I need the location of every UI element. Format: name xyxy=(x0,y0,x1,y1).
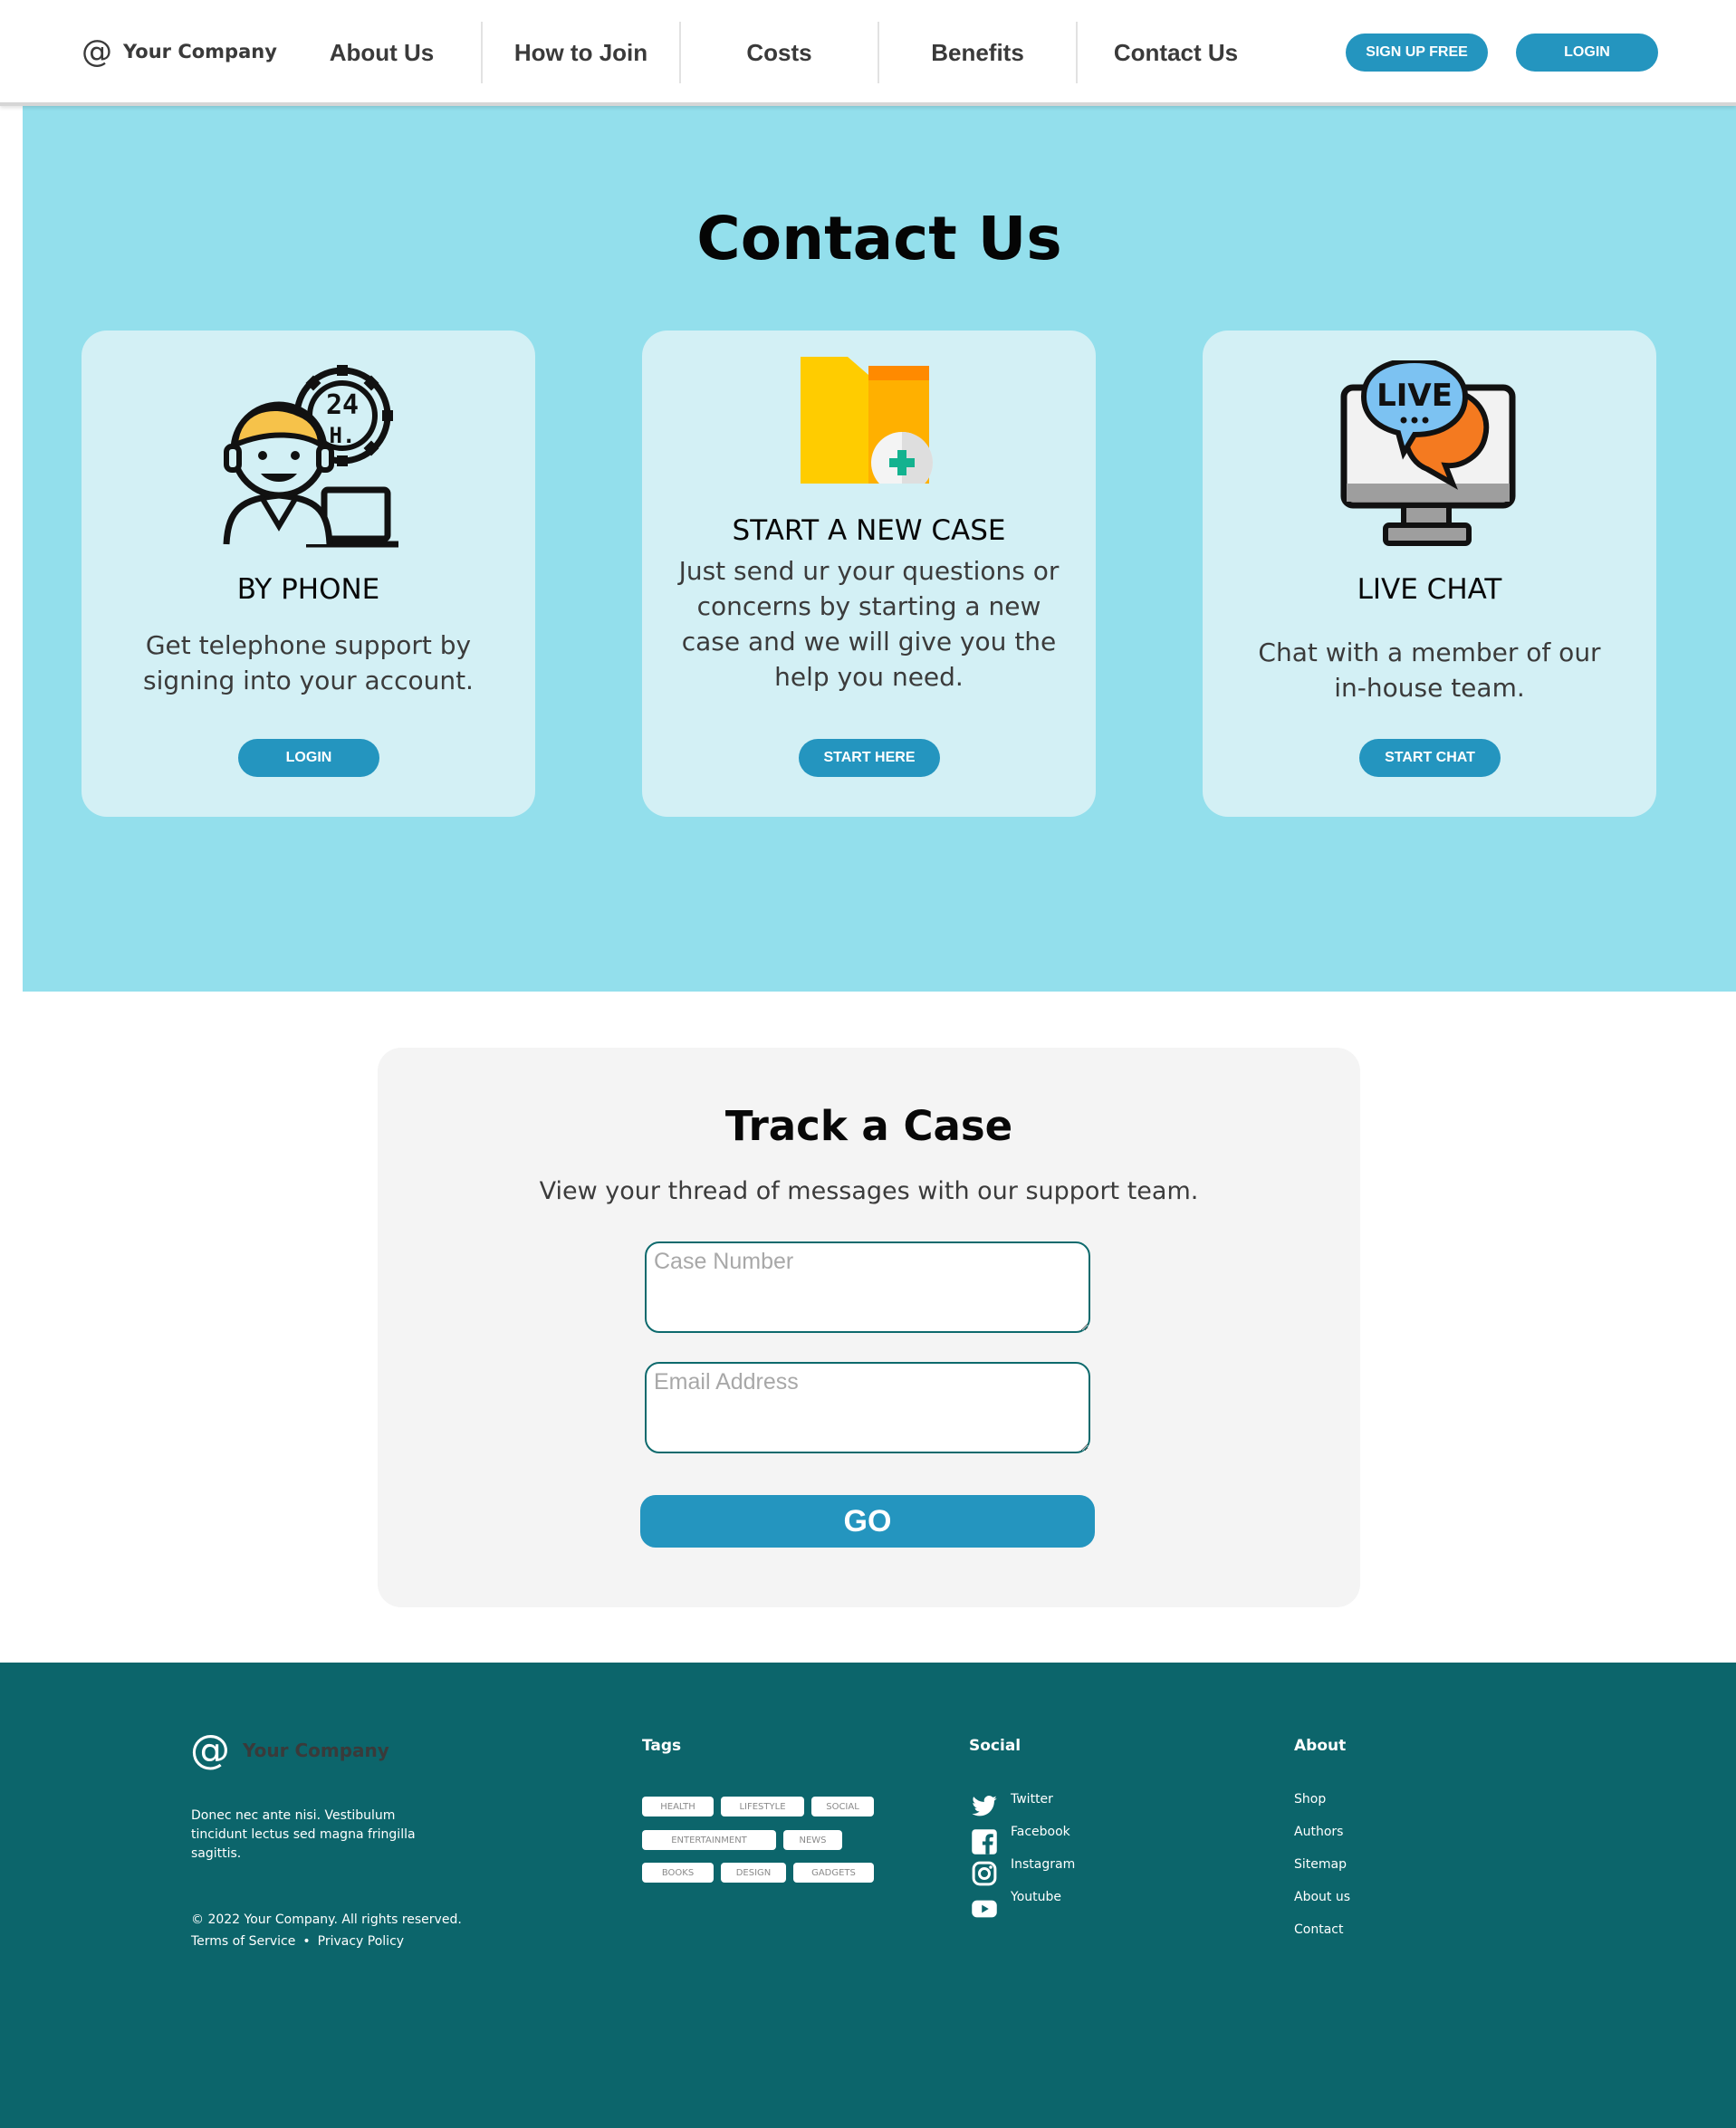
track-subtitle: View your thread of messages with our su… xyxy=(539,1177,1199,1205)
about-link-sitemap[interactable]: Sitemap xyxy=(1294,1857,1347,1872)
tag-gadgets[interactable]: GADGETS xyxy=(793,1863,874,1883)
start-chat-button[interactable]: START CHAT xyxy=(1359,739,1501,777)
card-title: START A NEW CASE xyxy=(732,514,1006,547)
copyright: © 2022 Your Company. All rights reserved… xyxy=(191,1912,462,1927)
tag-news[interactable]: NEWS xyxy=(783,1830,842,1850)
instagram-icon[interactable] xyxy=(971,1860,998,1887)
about-link-shop[interactable]: Shop xyxy=(1294,1792,1326,1807)
facebook-icon[interactable] xyxy=(971,1828,998,1855)
support-24h-agent-icon: 24 H. xyxy=(223,365,398,548)
case-number-input[interactable] xyxy=(645,1241,1090,1333)
card-live-chat: LIVE LIVE CHAT Chat with a member of our… xyxy=(1203,331,1656,817)
tag-entertainment[interactable]: ENTERTAINMENT xyxy=(642,1830,776,1850)
footer-brand[interactable]: @ Your Company xyxy=(190,1730,389,1771)
social-link-facebook[interactable]: Facebook xyxy=(1011,1825,1070,1839)
tag-books[interactable]: BOOKS xyxy=(642,1863,714,1883)
at-sign-icon: @ xyxy=(190,1727,230,1773)
nav-link-how-to-join[interactable]: How to Join xyxy=(481,22,679,83)
nav-link-benefits[interactable]: Benefits xyxy=(878,22,1076,83)
card-description: Just send ur your questions or concerns … xyxy=(678,556,1060,692)
track-case-panel: Track a Case View your thread of message… xyxy=(378,1048,1360,1607)
tag-design[interactable]: DESIGN xyxy=(721,1863,786,1883)
about-link-authors[interactable]: Authors xyxy=(1294,1825,1343,1839)
card-title: BY PHONE xyxy=(236,573,380,606)
social-link-twitter[interactable]: Twitter xyxy=(1011,1792,1053,1807)
tag-health[interactable]: HEALTH xyxy=(642,1797,714,1816)
main-nav: About Us How to Join Costs Benefits Cont… xyxy=(283,22,1274,83)
card-description: Chat with a member of our in-house team. xyxy=(1258,637,1601,703)
tag-lifestyle[interactable]: LIFESTYLE xyxy=(721,1797,804,1816)
track-title: Track a Case xyxy=(724,1102,1013,1150)
card-title: LIVE CHAT xyxy=(1357,573,1502,606)
page-title: Contact Us xyxy=(696,204,1062,273)
footer-brand-name: Your Company xyxy=(243,1740,389,1761)
live-chat-monitor-icon: LIVE xyxy=(1340,360,1516,546)
about-link-about-us[interactable]: About us xyxy=(1294,1890,1350,1904)
card-by-phone: 24 H. BY PHONE Get telephone support by … xyxy=(82,331,535,817)
about-link-contact[interactable]: Contact xyxy=(1294,1922,1343,1937)
at-sign-icon: @ xyxy=(82,34,112,70)
legal-separator: • xyxy=(302,1934,311,1949)
nav-link-contact-us[interactable]: Contact Us xyxy=(1076,22,1274,83)
youtube-icon[interactable] xyxy=(971,1895,998,1922)
footer: @ Your Company Donec nec ante nisi. Vest… xyxy=(0,1663,1736,2128)
social-heading: Social xyxy=(969,1737,1021,1755)
footer-description: Donec nec ante nisi. Vestibulum tincidun… xyxy=(191,1808,416,1861)
legal-links: Terms of Service • Privacy Policy xyxy=(191,1934,404,1949)
email-address-input[interactable] xyxy=(645,1362,1090,1453)
sign-up-button[interactable]: SIGN UP FREE xyxy=(1346,34,1488,72)
about-heading: About xyxy=(1294,1737,1347,1755)
card-description: Get telephone support by signing into yo… xyxy=(143,630,474,695)
svg-text:24: 24 xyxy=(326,389,359,421)
privacy-link[interactable]: Privacy Policy xyxy=(318,1934,404,1949)
card-new-case: START A NEW CASE Just send ur your quest… xyxy=(642,331,1096,817)
top-navbar: @ Your Company About Us How to Join Cost… xyxy=(0,0,1736,106)
start-here-button[interactable]: START HERE xyxy=(799,739,940,777)
twitter-icon[interactable] xyxy=(971,1793,998,1820)
social-link-youtube[interactable]: Youtube xyxy=(1011,1890,1061,1904)
live-text: LIVE xyxy=(1376,378,1453,414)
nav-link-about-us[interactable]: About Us xyxy=(283,22,481,83)
login-button[interactable]: LOGIN xyxy=(1516,34,1658,72)
contact-hero: Contact Us 24 H. BY PHONE Get telephone … xyxy=(23,106,1736,992)
tag-social[interactable]: SOCIAL xyxy=(811,1797,874,1816)
nav-link-costs[interactable]: Costs xyxy=(679,22,878,83)
folder-add-icon xyxy=(801,357,933,484)
tags-heading: Tags xyxy=(642,1737,682,1755)
phone-login-button[interactable]: LOGIN xyxy=(238,739,379,777)
social-link-instagram[interactable]: Instagram xyxy=(1011,1857,1075,1872)
svg-text:H.: H. xyxy=(330,423,356,448)
terms-link[interactable]: Terms of Service xyxy=(191,1934,295,1949)
brand-logo[interactable]: @ Your Company xyxy=(82,34,277,69)
go-button[interactable]: GO xyxy=(640,1495,1095,1548)
brand-name: Your Company xyxy=(123,41,277,62)
